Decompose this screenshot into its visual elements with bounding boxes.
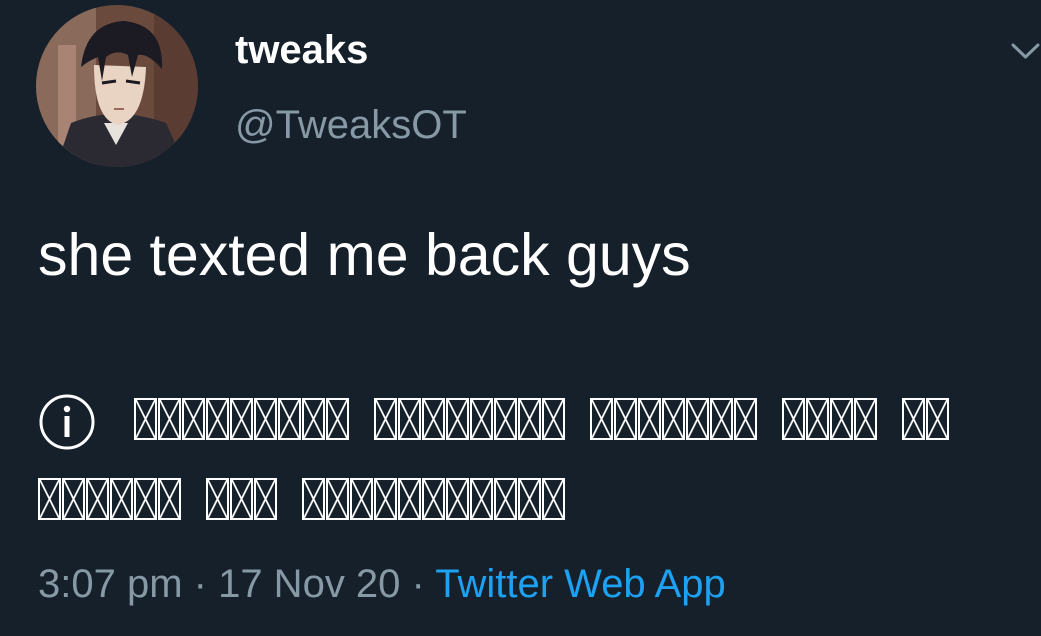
tweet-meta: 3:07 pm · 17 Nov 20 · Twitter Web App bbox=[38, 558, 726, 610]
tweet-source-link[interactable]: Twitter Web App bbox=[435, 562, 726, 606]
missing-glyph-box bbox=[662, 398, 685, 440]
missing-glyph-box bbox=[494, 398, 517, 440]
missing-glyph-box bbox=[590, 398, 613, 440]
missing-glyph-box bbox=[110, 478, 133, 520]
missing-glyph-word bbox=[590, 398, 758, 442]
info-icon bbox=[39, 394, 95, 450]
missing-glyph-box bbox=[230, 398, 253, 440]
missing-glyph-box bbox=[134, 478, 157, 520]
tweet-card: tweaks @TweaksOT she texted me back guys… bbox=[0, 0, 1041, 636]
missing-glyph-box bbox=[398, 398, 421, 440]
missing-glyph-box bbox=[326, 478, 349, 520]
missing-glyph-box bbox=[854, 398, 877, 440]
missing-glyph-box bbox=[326, 398, 349, 440]
missing-glyph-word bbox=[206, 478, 278, 522]
missing-glyph-box bbox=[158, 478, 181, 520]
missing-glyph-box bbox=[446, 478, 469, 520]
missing-glyph-box bbox=[278, 398, 301, 440]
meta-separator: · bbox=[400, 562, 436, 606]
missing-glyph-box bbox=[398, 478, 421, 520]
missing-glyph-box bbox=[638, 398, 661, 440]
tweet-date[interactable]: 17 Nov 20 bbox=[218, 562, 400, 606]
missing-glyph-box bbox=[470, 398, 493, 440]
missing-glyph-box bbox=[902, 398, 925, 440]
display-name[interactable]: tweaks bbox=[235, 26, 368, 74]
missing-glyph-word bbox=[782, 398, 878, 442]
missing-glyph-word bbox=[302, 478, 566, 522]
missing-glyph-box bbox=[230, 478, 253, 520]
missing-glyph-box bbox=[206, 398, 229, 440]
user-handle[interactable]: @TweaksOT bbox=[235, 101, 467, 149]
notice-line-1 bbox=[134, 398, 974, 442]
missing-glyph-box bbox=[374, 478, 397, 520]
missing-glyph-box bbox=[686, 398, 709, 440]
missing-glyph-box bbox=[422, 478, 445, 520]
missing-glyph-box bbox=[830, 398, 853, 440]
tweet-text: she texted me back guys bbox=[38, 222, 691, 288]
missing-glyph-box bbox=[614, 398, 637, 440]
missing-glyph-box bbox=[38, 478, 61, 520]
missing-glyph-box bbox=[422, 398, 445, 440]
missing-glyph-box bbox=[254, 478, 277, 520]
missing-glyph-box bbox=[206, 478, 229, 520]
notice-line-2 bbox=[38, 478, 590, 522]
missing-glyph-box bbox=[542, 398, 565, 440]
missing-glyph-box bbox=[350, 478, 373, 520]
missing-glyph-box bbox=[542, 478, 565, 520]
missing-glyph-word bbox=[38, 478, 182, 522]
anime-character-avatar-icon bbox=[36, 5, 198, 167]
missing-glyph-box bbox=[926, 398, 949, 440]
missing-glyph-box bbox=[494, 478, 517, 520]
tweet-time[interactable]: 3:07 pm bbox=[38, 562, 183, 606]
missing-glyph-box bbox=[134, 398, 157, 440]
missing-glyph-box bbox=[734, 398, 757, 440]
meta-separator: · bbox=[182, 562, 219, 606]
missing-glyph-word bbox=[134, 398, 350, 442]
missing-glyph-box bbox=[302, 398, 325, 440]
missing-glyph-box bbox=[806, 398, 829, 440]
missing-glyph-word bbox=[374, 398, 566, 442]
missing-glyph-box bbox=[470, 478, 493, 520]
chevron-down-icon[interactable] bbox=[1010, 36, 1041, 66]
missing-glyph-box bbox=[86, 478, 109, 520]
missing-glyph-box bbox=[302, 478, 325, 520]
missing-glyph-box bbox=[158, 398, 181, 440]
avatar[interactable] bbox=[36, 5, 198, 167]
missing-glyph-box bbox=[182, 398, 205, 440]
missing-glyph-box bbox=[374, 398, 397, 440]
missing-glyph-box bbox=[710, 398, 733, 440]
missing-glyph-box bbox=[62, 478, 85, 520]
missing-glyph-box bbox=[254, 398, 277, 440]
missing-glyph-box bbox=[446, 398, 469, 440]
missing-glyph-word bbox=[902, 398, 950, 442]
missing-glyph-box bbox=[518, 478, 541, 520]
missing-glyph-box bbox=[782, 398, 805, 440]
missing-glyph-box bbox=[518, 398, 541, 440]
